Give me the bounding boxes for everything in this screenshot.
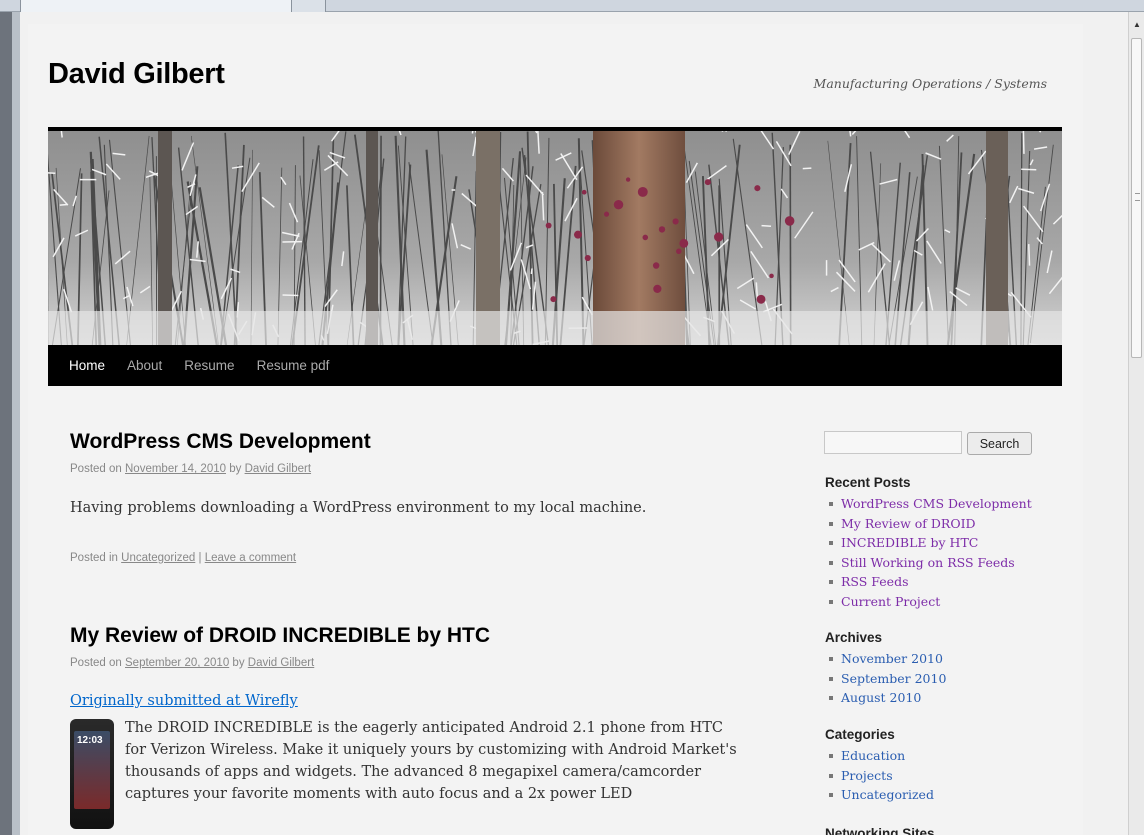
category-link[interactable]: Education	[841, 748, 905, 763]
recent-post-link[interactable]: WordPress CMS Development	[841, 496, 1032, 511]
category-link[interactable]: Projects	[841, 768, 893, 783]
by-label: by	[232, 657, 245, 669]
list-item[interactable]: My Review of DROID	[825, 514, 1032, 534]
posted-on-label: Posted on	[70, 657, 122, 669]
site-description: Manufacturing Operations / Systems	[813, 76, 1047, 91]
post-title[interactable]: WordPress CMS Development	[70, 430, 371, 454]
nav-item-resume[interactable]: Resume	[173, 358, 245, 373]
categories-title: Categories	[825, 727, 895, 742]
recent-post-link[interactable]: Current Project	[841, 594, 940, 609]
scrollbar-grip-icon	[1135, 193, 1140, 201]
list-item[interactable]: Still Working on RSS Feeds	[825, 553, 1032, 573]
post-excerpt: Having problems downloading a WordPress …	[70, 500, 647, 516]
archives-title: Archives	[825, 630, 883, 645]
nav-item-resume-pdf[interactable]: Resume pdf	[246, 358, 341, 373]
posted-on-label: Posted on	[70, 463, 122, 475]
review-line: The DROID INCREDIBLE is the eagerly anti…	[125, 720, 723, 736]
post-meta: Posted on September 20, 2010 by David Gi…	[70, 657, 314, 669]
wirefly-link[interactable]: Originally submitted at Wirefly	[70, 693, 298, 709]
category-link[interactable]: Uncategorized	[121, 552, 195, 564]
post-source: Originally submitted at Wirefly	[70, 693, 298, 709]
recent-post-link[interactable]: My Review of DROID	[841, 516, 976, 531]
posted-in-label: Posted in	[70, 552, 118, 564]
category-link[interactable]: Uncategorized	[841, 787, 934, 802]
browser-tab-bar	[0, 0, 1144, 12]
list-item[interactable]: November 2010	[825, 649, 946, 669]
window-left-frame-inner	[12, 12, 20, 835]
site-wrapper: David Gilbert Manufacturing Operations /…	[28, 24, 1083, 835]
archive-link[interactable]: August 2010	[841, 690, 921, 705]
author-link[interactable]: David Gilbert	[248, 657, 314, 669]
leave-comment-link[interactable]: Leave a comment	[205, 552, 296, 564]
list-item-continuation[interactable]: INCREDIBLE by HTC	[825, 533, 1032, 553]
nav-item-about[interactable]: About	[116, 358, 173, 373]
phone-clock: 12:03	[77, 735, 103, 746]
list-item[interactable]: Education	[825, 746, 934, 766]
archive-link[interactable]: September 2010	[841, 671, 946, 686]
post-date-link[interactable]: September 20, 2010	[125, 657, 229, 669]
list-item[interactable]: WordPress CMS Development	[825, 494, 1032, 514]
new-tab-button[interactable]	[292, 0, 326, 12]
footer-separator: |	[198, 552, 202, 564]
post-date-link[interactable]: November 14, 2010	[125, 463, 226, 475]
author-link[interactable]: David Gilbert	[245, 463, 311, 475]
post-meta: Posted on November 14, 2010 by David Gil…	[70, 463, 311, 475]
networking-sites-title: Networking Sites	[825, 826, 935, 835]
nav-item-home[interactable]: Home	[58, 358, 116, 373]
review-line: captures your favorite moments with auto…	[125, 786, 633, 802]
main-navigation: Home About Resume Resume pdf	[48, 345, 1062, 386]
recent-post-link[interactable]: RSS Feeds	[841, 574, 909, 589]
list-item[interactable]: Uncategorized	[825, 785, 934, 805]
scroll-up-arrow-icon[interactable]: ▲	[1129, 12, 1144, 36]
phone-screen: 12:03	[74, 731, 110, 809]
list-item[interactable]: Projects	[825, 766, 934, 786]
post-footer: Posted in Uncategorized | Leave a commen…	[70, 552, 296, 564]
post-title[interactable]: My Review of DROID INCREDIBLE by HTC	[70, 624, 490, 648]
scrollbar-thumb[interactable]	[1131, 38, 1142, 358]
review-line: thousands of apps and widgets. The advan…	[125, 764, 702, 780]
recent-posts-list: WordPress CMS Development My Review of D…	[825, 494, 1032, 611]
post-review-text: The DROID INCREDIBLE is the eagerly anti…	[125, 717, 785, 805]
archives-list: November 2010 September 2010 August 2010	[825, 649, 946, 708]
recent-post-link[interactable]: Still Working on RSS Feeds	[841, 555, 1015, 570]
search-button[interactable]: Search	[967, 432, 1032, 455]
site-title[interactable]: David Gilbert	[48, 58, 225, 91]
recent-post-link[interactable]: INCREDIBLE by HTC	[841, 535, 978, 550]
by-label: by	[229, 463, 242, 475]
snowy-forest-image	[48, 131, 1062, 345]
categories-list: Education Projects Uncategorized	[825, 746, 934, 805]
search-input[interactable]	[824, 431, 962, 454]
list-item[interactable]: August 2010	[825, 688, 946, 708]
archive-link[interactable]: November 2010	[841, 651, 943, 666]
browser-tab[interactable]	[20, 0, 292, 12]
list-item[interactable]: RSS Feeds	[825, 572, 1032, 592]
review-line: for Verizon Wireless. Make it uniquely y…	[125, 742, 737, 758]
list-item[interactable]: September 2010	[825, 669, 946, 689]
header-image	[48, 127, 1062, 345]
droid-phone-image: 12:03	[70, 719, 114, 829]
recent-posts-title: Recent Posts	[825, 475, 911, 490]
list-item[interactable]: Current Project	[825, 592, 1032, 612]
vertical-scrollbar[interactable]: ▲	[1128, 12, 1144, 835]
